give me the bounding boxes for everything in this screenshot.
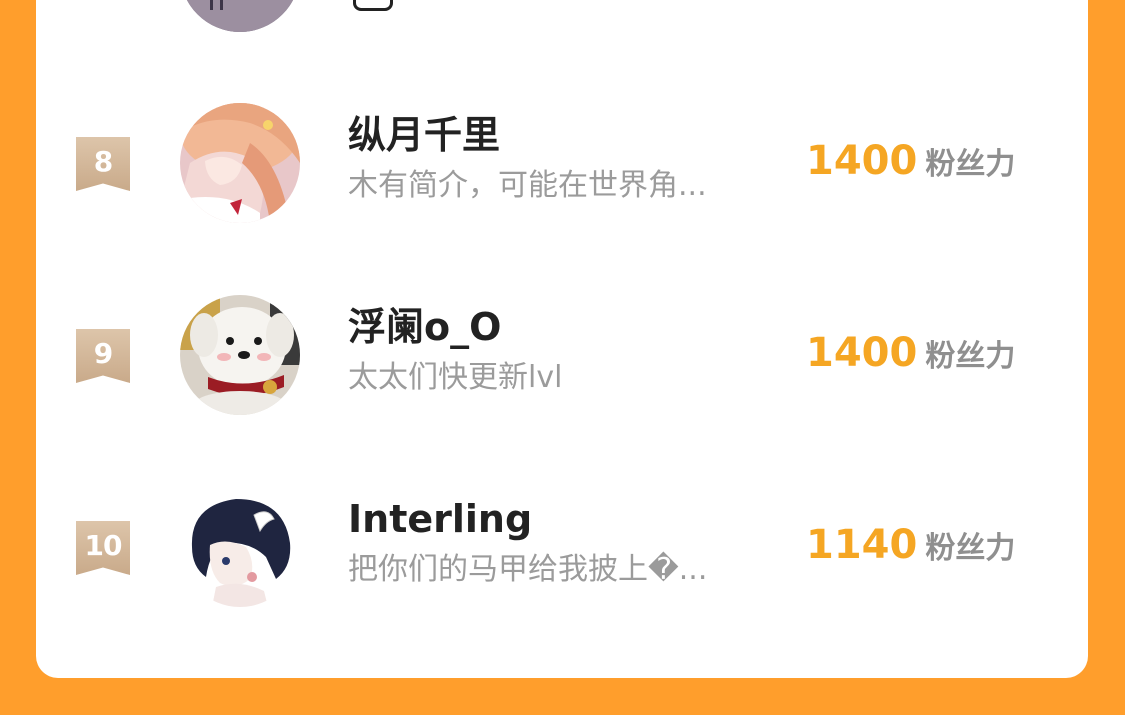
fan-power-unit: 粉丝力 [925,339,1016,374]
fan-power-value: 1400 [806,330,918,376]
plush-dog-avatar-image [180,295,300,415]
user-bio: 太太们快更新lvl [348,360,563,395]
avatar-image [180,0,300,32]
user-avatar[interactable] [180,103,300,223]
previous-user-avatar[interactable] [180,0,300,32]
user-name[interactable]: 浮阑o_O [348,304,501,350]
user-avatar[interactable] [180,295,300,415]
fan-power-value: 1400 [806,138,918,184]
fan-power: 1400 粉丝力 [806,328,1015,386]
dark-hair-boy-avatar-image [180,487,300,607]
ranking-row[interactable]: 10 Interling 把你们的马甲给我披上�... 1140 粉丝力 [36,482,1088,612]
anime-girl-avatar-image [180,103,300,223]
rank-badge: 8 [76,137,130,191]
fan-power-unit: 粉丝力 [925,531,1016,566]
user-name[interactable]: Interling [348,496,532,542]
rank-badge: 9 [76,329,130,383]
user-bio: 把你们的马甲给我披上�... [348,552,708,587]
fan-power-value: 1140 [806,522,918,568]
user-bio: 木有简介，可能在世界角... [348,168,707,203]
rank-badge: 10 [76,521,130,575]
fan-power: 1400 粉丝力 [806,136,1015,194]
user-name[interactable]: 纵月千里 [348,112,500,158]
ranking-panel: 8 纵月千里 木有简介，可能在世界角... 1400 粉丝力 9 浮阑o_O 太… [36,0,1088,678]
ranking-row[interactable]: 9 浮阑o_O 太太们快更新lvl 1400 粉丝力 [36,290,1088,420]
user-avatar[interactable] [180,487,300,607]
fan-power-unit: 粉丝力 [925,147,1016,182]
fan-power: 1140 粉丝力 [806,520,1015,578]
ranking-row[interactable]: 8 纵月千里 木有简介，可能在世界角... 1400 粉丝力 [36,98,1088,228]
previous-row-icon [353,0,393,11]
